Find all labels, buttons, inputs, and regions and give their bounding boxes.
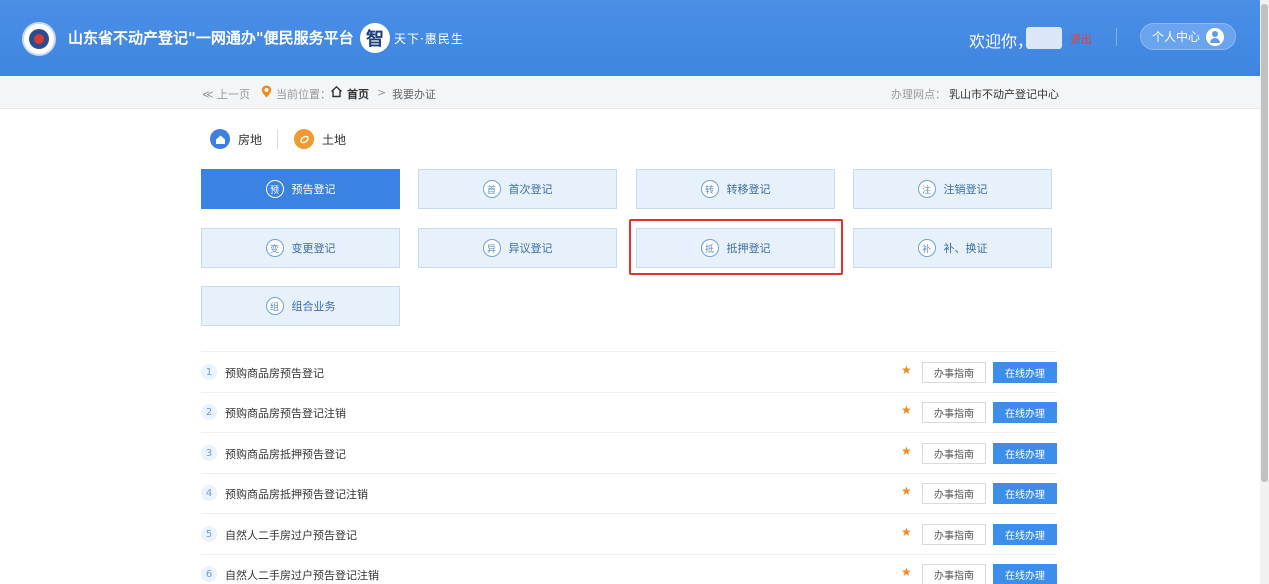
- guide-button[interactable]: 办事指南: [922, 362, 986, 383]
- combined-icon: 组: [265, 297, 284, 315]
- tab-house-land-label: 房地: [238, 132, 263, 147]
- online-apply-button[interactable]: 在线办理: [993, 402, 1057, 423]
- list-item: 5 自然人二手房过户预告登记 ★ 办事指南 在线办理: [201, 514, 1057, 555]
- personal-center-button[interactable]: 个人中心: [1140, 23, 1236, 50]
- tab-land[interactable]: 土地: [294, 129, 346, 149]
- star-icon[interactable]: ★: [901, 363, 912, 377]
- site-title: 山东省不动产登记"一网通办"便民服务平台: [68, 29, 354, 47]
- location-pin-icon: [261, 85, 272, 98]
- service-label: 组合业务: [291, 300, 336, 313]
- item-name: 预购商品房预告登记注销: [225, 407, 346, 420]
- service-button-cancellation[interactable]: 注 注销登记: [853, 169, 1052, 209]
- objection-icon: 异: [482, 239, 501, 257]
- personal-center-label: 个人中心: [1151, 30, 1200, 44]
- service-label: 预告登记: [291, 183, 336, 196]
- list-item: 3 预购商品房抵押预告登记 ★ 办事指南 在线办理: [201, 433, 1057, 474]
- service-button-first-registration[interactable]: 首 首次登记: [418, 169, 617, 209]
- item-number: 1: [201, 364, 217, 380]
- back-link[interactable]: ≪ 上一页: [202, 86, 250, 102]
- breadcrumb-current: 我要办证: [392, 88, 436, 101]
- guide-button[interactable]: 办事指南: [922, 443, 986, 464]
- tab-land-label: 土地: [322, 132, 347, 147]
- office-name: 乳山市不动产登记中心: [949, 88, 1059, 101]
- house-icon: [210, 129, 230, 149]
- service-button-combined[interactable]: 组 组合业务: [201, 286, 400, 326]
- item-name: 自然人二手房过户预告登记注销: [225, 569, 379, 582]
- service-label: 首次登记: [508, 183, 553, 196]
- prenotice-icon: 预: [265, 180, 284, 198]
- username-redacted: [1026, 27, 1062, 49]
- star-icon[interactable]: ★: [901, 403, 912, 417]
- service-label: 注销登记: [943, 183, 988, 196]
- service-label: 转移登记: [726, 183, 771, 196]
- service-label: 补、换证: [943, 242, 988, 255]
- online-apply-button[interactable]: 在线办理: [993, 483, 1057, 504]
- list-item: 6 自然人二手房过户预告登记注销 ★ 办事指南 在线办理: [201, 554, 1057, 584]
- item-number: 5: [201, 526, 217, 542]
- online-apply-button[interactable]: 在线办理: [993, 362, 1057, 383]
- home-icon: [331, 85, 342, 98]
- first-registration-icon: 首: [482, 180, 501, 198]
- tab-house-land[interactable]: 房地: [210, 129, 262, 149]
- online-apply-button[interactable]: 在线办理: [993, 524, 1057, 545]
- star-icon[interactable]: ★: [901, 484, 912, 498]
- service-label: 变更登记: [291, 242, 336, 255]
- user-icon: [1206, 27, 1224, 46]
- guide-button[interactable]: 办事指南: [922, 564, 986, 584]
- service-button-transfer[interactable]: 转 转移登记: [636, 169, 835, 209]
- item-number: 3: [201, 445, 217, 461]
- list-item: 2 预购商品房预告登记注销 ★ 办事指南 在线办理: [201, 392, 1057, 433]
- mortgage-highlight-box: [629, 219, 843, 275]
- vertical-scrollbar[interactable]: [1260, 0, 1269, 584]
- slogan-text: 天下·惠民生: [394, 31, 464, 46]
- header-bar: 山东省不动产登记"一网通办"便民服务平台 智 天下·惠民生 欢迎你， 退出 个人…: [0, 0, 1260, 76]
- star-icon[interactable]: ★: [901, 525, 912, 539]
- star-icon[interactable]: ★: [901, 444, 912, 458]
- list-item: 4 预购商品房抵押预告登记注销 ★ 办事指南 在线办理: [201, 473, 1057, 514]
- logo-emblem-icon: [22, 22, 56, 56]
- service-button-prenotice[interactable]: 预 预告登记: [201, 169, 400, 209]
- guide-button[interactable]: 办事指南: [922, 524, 986, 545]
- slogan-mark: 智: [360, 23, 390, 53]
- guide-button[interactable]: 办事指南: [922, 402, 986, 423]
- breadcrumb: ≪ 上一页 当前位置： 首页 > 我要办证 办理网点： 乳山市不动产登记中心: [0, 76, 1260, 109]
- office-label: 办理网点：: [891, 88, 946, 101]
- list-item: 1 预购商品房预告登记 ★ 办事指南 在线办理: [201, 352, 1057, 393]
- breadcrumb-separator: >: [377, 86, 387, 99]
- cancellation-icon: 注: [917, 180, 936, 198]
- category-divider: [277, 129, 278, 149]
- item-number: 6: [201, 566, 217, 582]
- service-button-change[interactable]: 变 变更登记: [201, 228, 400, 268]
- item-name: 预购商品房抵押预告登记注销: [225, 488, 368, 501]
- star-icon[interactable]: ★: [901, 565, 912, 579]
- service-label: 异议登记: [508, 242, 553, 255]
- header-divider: [1116, 28, 1117, 46]
- service-button-objection[interactable]: 异 异议登记: [418, 228, 617, 268]
- land-icon: [294, 129, 314, 149]
- guide-button[interactable]: 办事指南: [922, 483, 986, 504]
- scrollbar-thumb[interactable]: [1261, 4, 1268, 482]
- transfer-icon: 转: [700, 180, 719, 198]
- item-name: 自然人二手房过户预告登记: [225, 529, 357, 542]
- item-number: 2: [201, 404, 217, 420]
- service-button-reissue[interactable]: 补 补、换证: [853, 228, 1052, 268]
- reissue-icon: 补: [917, 239, 936, 257]
- item-name: 预购商品房预告登记: [225, 367, 324, 380]
- location-label: 当前位置：: [276, 88, 331, 101]
- item-name: 预购商品房抵押预告登记: [225, 448, 346, 461]
- breadcrumb-home-link[interactable]: 首页: [347, 86, 369, 102]
- online-apply-button[interactable]: 在线办理: [993, 443, 1057, 464]
- slogan: 智 天下·惠民生: [360, 20, 464, 56]
- welcome-text: 欢迎你，: [969, 32, 1034, 51]
- online-apply-button[interactable]: 在线办理: [993, 564, 1057, 584]
- logout-link[interactable]: 退出: [1070, 31, 1092, 47]
- change-icon: 变: [265, 239, 284, 257]
- item-number: 4: [201, 485, 217, 501]
